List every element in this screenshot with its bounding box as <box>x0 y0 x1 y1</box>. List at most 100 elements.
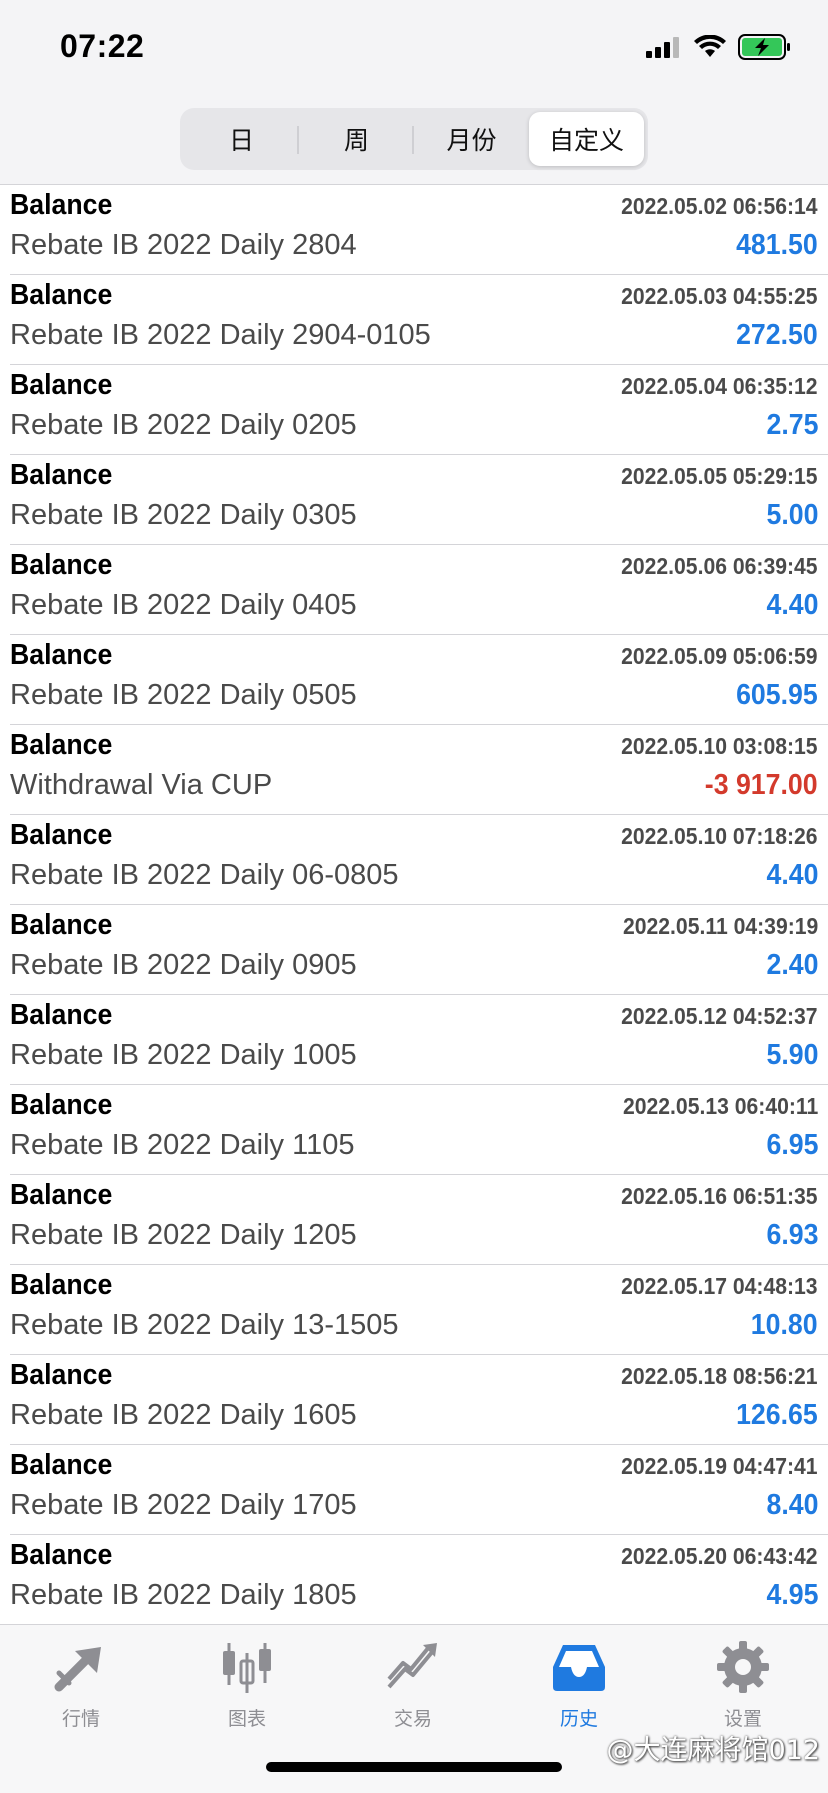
status-bar: 07:22 <box>0 0 828 96</box>
deal-date: 2022.05.03 04:55:25 <box>621 283 818 309</box>
deal-type: Balance <box>10 1179 113 1211</box>
tab-quotes-label: 行情 <box>61 1708 100 1730</box>
deal-row[interactable]: Balance 2022.05.13 06:40:11 Rebate IB 20… <box>10 1085 828 1175</box>
deal-row[interactable]: Balance 2022.05.05 05:29:15 Rebate IB 20… <box>10 455 828 545</box>
deal-date: 2022.05.05 05:29:15 <box>621 463 818 489</box>
quotes-arrow-icon <box>54 1647 101 1692</box>
deal-row[interactable]: Balance 2022.05.17 04:48:13 Rebate IB 20… <box>10 1265 828 1355</box>
deal-row[interactable]: Balance 2022.05.02 06:56:14 Rebate IB 20… <box>10 185 828 275</box>
deal-type: Balance <box>10 1449 113 1481</box>
segment-custom[interactable]: 自定义 <box>529 112 644 166</box>
deal-type: Balance <box>10 1359 113 1391</box>
tab-quotes[interactable]: 行情 <box>26 1639 136 1731</box>
deal-comment: Rebate IB 2022 Daily 1805 <box>10 1579 357 1611</box>
deal-date: 2022.05.02 06:56:14 <box>621 193 818 219</box>
deal-comment: Rebate IB 2022 Daily 1605 <box>10 1399 357 1431</box>
deal-date: 2022.05.09 05:06:59 <box>621 643 818 669</box>
status-time: 07:22 <box>60 28 145 64</box>
deal-date: 2022.05.16 06:51:35 <box>621 1183 818 1209</box>
deal-amount: 2.75 <box>766 409 818 441</box>
deal-type: Balance <box>10 909 113 941</box>
period-header: 日 周 月份 自定义 <box>0 96 828 184</box>
deal-comment: Rebate IB 2022 Daily 0205 <box>10 409 357 441</box>
tab-trade[interactable]: 交易 <box>358 1639 468 1731</box>
period-segmented-control: 日 周 月份 自定义 <box>180 108 648 170</box>
deal-amount: 605.95 <box>736 679 818 711</box>
deal-row[interactable]: Balance 2022.05.19 04:47:41 Rebate IB 20… <box>10 1445 828 1535</box>
deal-row[interactable]: Balance 2022.05.03 04:55:25 Rebate IB 20… <box>10 275 828 365</box>
deal-amount: 4.40 <box>766 859 818 891</box>
deal-amount: -3 917.00 <box>705 769 818 801</box>
deal-row[interactable]: Balance 2022.05.04 06:35:12 Rebate IB 20… <box>10 365 828 455</box>
tab-settings[interactable]: 设置 <box>688 1639 798 1731</box>
deal-comment: Rebate IB 2022 Daily 1105 <box>10 1129 355 1161</box>
deal-row[interactable]: Balance 2022.05.16 06:51:35 Rebate IB 20… <box>10 1175 828 1265</box>
deal-amount: 5.00 <box>766 499 818 531</box>
deal-comment: Rebate IB 2022 Daily 13-1505 <box>10 1309 399 1341</box>
deal-comment: Rebate IB 2022 Daily 0905 <box>10 949 357 981</box>
deal-row[interactable]: Balance 2022.05.12 04:52:37 Rebate IB 20… <box>10 995 828 1085</box>
deal-comment: Withdrawal Via CUP <box>10 769 273 801</box>
deal-row[interactable]: Balance 2022.05.10 07:18:26 Rebate IB 20… <box>10 815 828 905</box>
deal-comment: Rebate IB 2022 Daily 0305 <box>10 499 357 531</box>
segment-day[interactable]: 日 <box>184 112 299 166</box>
cellular-signal-icon <box>646 37 679 58</box>
deal-date: 2022.05.13 06:40:11 <box>622 1093 818 1119</box>
home-indicator[interactable] <box>266 1762 562 1772</box>
deal-row[interactable]: Balance 2022.05.09 05:06:59 Rebate IB 20… <box>10 635 828 725</box>
candlestick-icon <box>223 1643 271 1693</box>
wifi-icon <box>694 35 726 57</box>
tab-history[interactable]: 历史 <box>524 1639 634 1731</box>
status-icons <box>646 34 792 60</box>
deal-comment: Rebate IB 2022 Daily 1705 <box>10 1489 357 1521</box>
deal-date: 2022.05.17 04:48:13 <box>621 1273 818 1299</box>
deal-row[interactable]: Balance 2022.05.10 03:08:15 Withdrawal V… <box>10 725 828 815</box>
deals-list: Balance 2022.05.02 06:56:14 Rebate IB 20… <box>0 184 828 1625</box>
deal-type: Balance <box>10 369 113 401</box>
tab-trade-label: 交易 <box>393 1708 432 1730</box>
deal-date: 2022.05.06 06:39:45 <box>621 553 818 579</box>
deal-date: 2022.05.12 04:52:37 <box>621 1003 818 1029</box>
deal-date: 2022.05.18 08:56:21 <box>621 1363 818 1389</box>
deal-comment: Rebate IB 2022 Daily 0405 <box>10 589 357 621</box>
segment-week[interactable]: 周 <box>299 112 414 166</box>
deal-type: Balance <box>10 189 113 221</box>
deal-type: Balance <box>10 999 113 1031</box>
history-inbox-icon <box>553 1645 605 1691</box>
deal-date: 2022.05.19 04:47:41 <box>621 1453 818 1479</box>
deal-row[interactable]: Balance 2022.05.20 06:43:42 Rebate IB 20… <box>10 1535 828 1625</box>
watermark: @大连麻将馆012 <box>606 1735 820 1766</box>
deal-amount: 481.50 <box>736 229 818 261</box>
deal-amount: 4.95 <box>766 1579 818 1611</box>
deal-amount: 6.93 <box>766 1219 818 1251</box>
deal-row[interactable]: Balance 2022.05.18 08:56:21 Rebate IB 20… <box>10 1355 828 1445</box>
trade-chart-icon <box>387 1643 437 1689</box>
tab-charts[interactable]: 图表 <box>192 1639 302 1731</box>
deal-comment: Rebate IB 2022 Daily 06-0805 <box>10 859 399 891</box>
segment-month[interactable]: 月份 <box>414 112 529 166</box>
deal-amount: 8.40 <box>766 1489 818 1521</box>
deal-type: Balance <box>10 819 113 851</box>
deal-type: Balance <box>10 639 113 671</box>
deal-comment: Rebate IB 2022 Daily 2804 <box>10 229 357 261</box>
deal-amount: 126.65 <box>736 1399 818 1431</box>
deal-date: 2022.05.04 06:35:12 <box>621 373 818 399</box>
deal-amount: 6.95 <box>766 1129 818 1161</box>
deal-comment: Rebate IB 2022 Daily 2904-0105 <box>10 319 431 351</box>
deal-amount: 4.40 <box>766 589 818 621</box>
deal-row[interactable]: Balance 2022.05.11 04:39:19 Rebate IB 20… <box>10 905 828 995</box>
deal-type: Balance <box>10 1269 113 1301</box>
deal-amount: 272.50 <box>736 319 818 351</box>
battery-charging-icon <box>738 34 790 60</box>
tab-charts-label: 图表 <box>227 1708 266 1730</box>
gear-icon <box>717 1641 769 1693</box>
deal-amount: 2.40 <box>766 949 818 981</box>
deal-type: Balance <box>10 729 113 761</box>
deal-amount: 5.90 <box>766 1039 818 1071</box>
deal-type: Balance <box>10 1539 113 1571</box>
tab-history-label: 历史 <box>559 1708 598 1730</box>
deal-amount: 10.80 <box>751 1309 818 1341</box>
deal-comment: Rebate IB 2022 Daily 1205 <box>10 1219 357 1251</box>
deal-row[interactable]: Balance 2022.05.06 06:39:45 Rebate IB 20… <box>10 545 828 635</box>
deal-type: Balance <box>10 549 113 581</box>
